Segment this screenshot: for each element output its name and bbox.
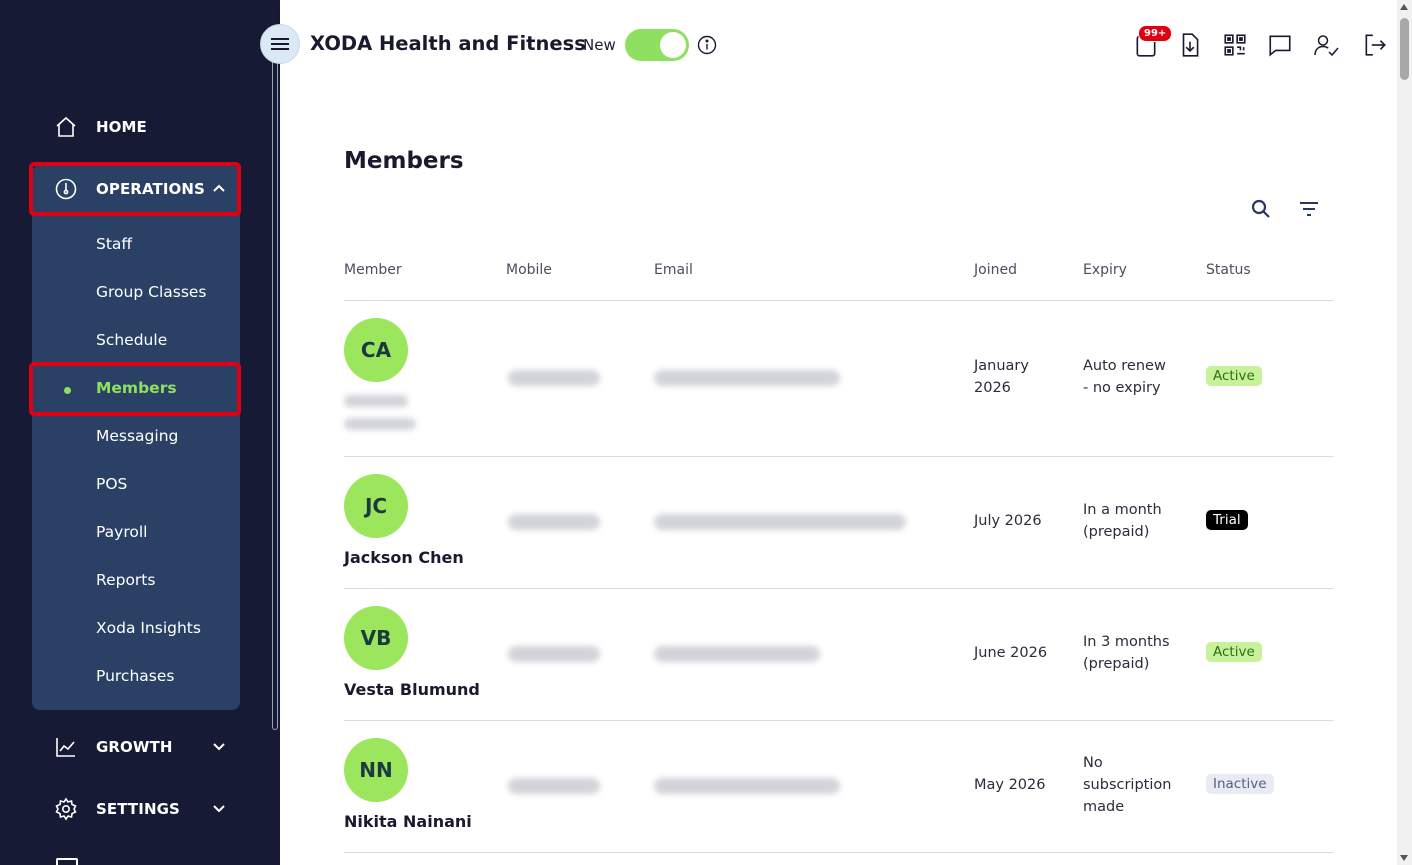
- member-name[interactable]: Jackson Chen: [344, 548, 464, 567]
- column-header-member[interactable]: Member: [344, 262, 402, 278]
- column-header-mobile[interactable]: Mobile: [506, 262, 552, 278]
- home-icon: [54, 115, 78, 139]
- redacted-mobile: [508, 778, 600, 794]
- row-divider: [344, 720, 1333, 721]
- redacted-email: [654, 646, 820, 662]
- sidebar-subitem-messaging[interactable]: Messaging: [96, 427, 178, 445]
- member-avatar[interactable]: CA: [344, 318, 408, 382]
- column-header-joined[interactable]: Joined: [974, 262, 1017, 278]
- member-name[interactable]: Vesta Blumund: [344, 680, 480, 699]
- hamburger-icon: [271, 38, 289, 50]
- member-avatar[interactable]: NN: [344, 738, 408, 802]
- page-scrollbar[interactable]: [1397, 0, 1412, 865]
- joined-date: May 2026: [974, 777, 1046, 793]
- sidebar-subitem-payroll[interactable]: Payroll: [96, 523, 147, 541]
- sidebar-subitem-reports[interactable]: Reports: [96, 571, 155, 589]
- sidebar-item-label: SETTINGS: [96, 800, 180, 818]
- sidebar-subitem-xoda-insights[interactable]: Xoda Insights: [96, 619, 201, 637]
- joined-date: June 2026: [974, 645, 1048, 661]
- search-icon[interactable]: [1249, 197, 1273, 221]
- logout-icon[interactable]: [1362, 32, 1388, 58]
- gear-icon: [54, 797, 78, 821]
- status-badge: Inactive: [1206, 774, 1274, 794]
- table-header-divider: [344, 300, 1333, 301]
- app-title: XODA Health and Fitness: [310, 32, 586, 55]
- sidebar-item-settings[interactable]: SETTINGS: [32, 783, 240, 835]
- redacted-member-name: [344, 395, 408, 407]
- row-divider: [344, 456, 1333, 457]
- redacted-email: [654, 370, 840, 386]
- redacted-mobile: [508, 646, 600, 662]
- status-badge: Active: [1206, 642, 1262, 662]
- qr-code-icon[interactable]: [1222, 32, 1248, 58]
- row-divider: [344, 588, 1333, 589]
- main-content: [280, 88, 1397, 865]
- sidebar-item-growth[interactable]: GROWTH: [32, 721, 240, 773]
- column-header-status[interactable]: Status: [1206, 262, 1251, 278]
- status-badge: Active: [1206, 366, 1262, 386]
- redacted-mobile: [508, 514, 600, 530]
- scroll-up-arrow-icon[interactable]: [1400, 4, 1408, 10]
- new-ui-toggle[interactable]: [625, 29, 689, 61]
- highlight-operations: [29, 162, 241, 216]
- sidebar-subitem-group-classes[interactable]: Group Classes: [96, 283, 207, 301]
- joined-date: July 2026: [974, 513, 1042, 529]
- scrollbar-thumb[interactable]: [1400, 18, 1409, 80]
- row-divider: [344, 852, 1333, 853]
- chevron-down-icon: [213, 805, 225, 813]
- redacted-email: [654, 514, 906, 530]
- sidebar-item-label: GROWTH: [96, 738, 173, 756]
- expiry-text: In a month (prepaid): [1083, 502, 1162, 540]
- expiry-text: Auto renew - no expiry: [1083, 358, 1166, 396]
- sidebar: HOME OPERATIONS Staff Group Classes Sche…: [0, 0, 280, 865]
- member-avatar[interactable]: VB: [344, 606, 408, 670]
- notification-badge: 99+: [1138, 25, 1173, 42]
- sidebar-item-label: HOME: [96, 118, 147, 136]
- sidebar-scrollbar[interactable]: [272, 40, 278, 730]
- sidebar-subitem-pos[interactable]: POS: [96, 475, 127, 493]
- partial-menu-icon: [56, 858, 78, 865]
- sidebar-item-home[interactable]: HOME: [32, 101, 240, 153]
- status-badge: Trial: [1206, 510, 1248, 530]
- growth-chart-icon: [54, 735, 78, 759]
- sidebar-subitem-purchases[interactable]: Purchases: [96, 667, 174, 685]
- new-toggle-label: New: [583, 36, 616, 54]
- column-header-email[interactable]: Email: [654, 262, 693, 278]
- member-avatar[interactable]: JC: [344, 474, 408, 538]
- sidebar-subitem-staff[interactable]: Staff: [96, 235, 132, 253]
- download-icon[interactable]: [1177, 32, 1203, 58]
- joined-date: January 2026: [974, 358, 1029, 396]
- filter-icon[interactable]: [1297, 197, 1321, 221]
- redacted-mobile: [508, 370, 600, 386]
- column-header-expiry[interactable]: Expiry: [1083, 262, 1127, 278]
- redacted-member-name: [344, 418, 416, 430]
- chevron-down-icon: [213, 743, 225, 751]
- highlight-members: [29, 362, 241, 416]
- user-check-icon[interactable]: [1313, 32, 1339, 58]
- chat-icon[interactable]: [1267, 32, 1293, 58]
- toggle-knob: [660, 32, 686, 58]
- member-name[interactable]: Nikita Nainani: [344, 812, 472, 831]
- redacted-email: [654, 778, 840, 794]
- menu-toggle-button[interactable]: [260, 24, 300, 64]
- expiry-text: In 3 months (prepaid): [1083, 634, 1170, 672]
- page-title: Members: [344, 148, 464, 174]
- expiry-text: No subscription made: [1083, 755, 1172, 815]
- sidebar-subitem-schedule[interactable]: Schedule: [96, 331, 167, 349]
- scroll-down-arrow-icon[interactable]: [1400, 855, 1408, 861]
- info-icon[interactable]: [697, 35, 717, 55]
